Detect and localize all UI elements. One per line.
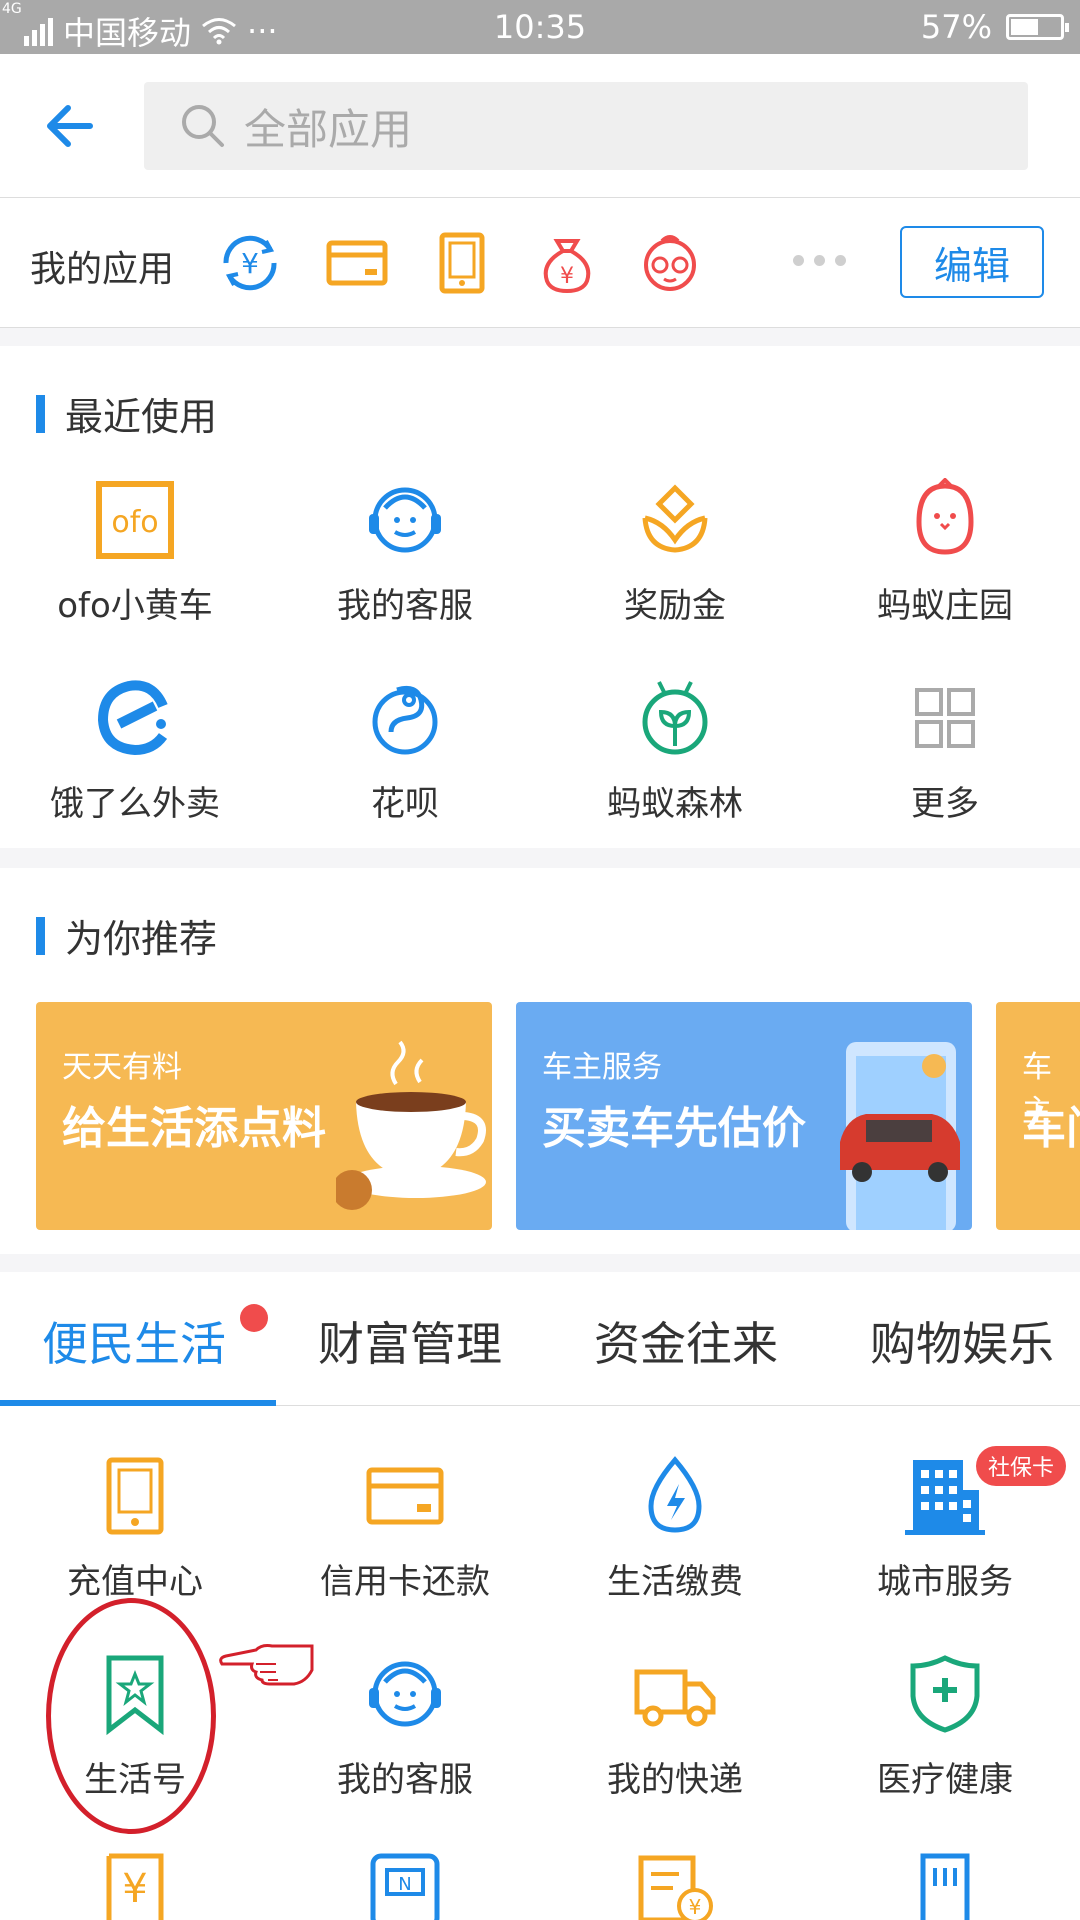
yuan-bill-icon[interactable]: ¥ [93,1852,177,1920]
car-phone-icon [840,1042,960,1230]
section-marker [36,916,45,955]
transfer-icon[interactable]: ¥ [218,231,282,295]
svg-text:¥: ¥ [122,1866,147,1912]
service-medical[interactable]: 医疗健康 [810,1652,1080,1822]
service-utilities[interactable]: 生活缴费 [540,1454,810,1624]
recommend-section: 为你推荐 天天有料 给生活添点料 车主服务 买卖车先估价 车主 车门 [0,868,1080,1254]
service-city[interactable]: 城市服务 社保卡 [810,1446,1080,1624]
app-more[interactable]: 更多 [810,676,1080,846]
tab-shopping[interactable]: 购物娱乐 [870,1308,1054,1374]
top-bar: 全部应用 [0,54,1080,198]
app-label: 饿了么外卖 [50,784,220,824]
more-grid-icon [915,688,975,748]
notification-dot [240,1304,268,1332]
battery-icon [1006,14,1069,40]
money-bag-icon[interactable]: ¥ [535,231,599,295]
search-placeholder: 全部应用 [244,104,413,154]
medical-shield-icon [910,1655,980,1733]
banner-car[interactable]: 车主服务 买卖车先估价 [516,1002,972,1230]
banner-car-owner[interactable]: 车主 车门 [996,1002,1080,1230]
tab-wealth[interactable]: 财富管理 [318,1308,502,1374]
transit-card-icon[interactable]: N [363,1852,447,1920]
customer-service-icon [369,1661,441,1727]
my-apps-title: 我的应用 [30,249,175,290]
battery-percent: 57% [920,8,992,46]
eleme-icon [97,680,168,756]
tab-funds[interactable]: 资金往来 [594,1308,778,1374]
highlight-circle [46,1598,216,1834]
banner-subtitle: 天天有料 [62,1050,182,1085]
service-label: 充值中心 [67,1562,203,1602]
banner-title: 买卖车先估价 [542,1103,806,1154]
app-label: 蚂蚁庄园 [877,586,1013,626]
banner-title: 车门 [1022,1103,1080,1154]
app-label: 奖励金 [624,586,726,626]
credit-card-icon [366,1467,444,1525]
customer-service-icon [369,487,441,553]
svg-text:¥: ¥ [241,247,259,280]
app-label: 我的客服 [337,586,473,626]
category-tabs: 便民生活 财富管理 资金往来 购物娱乐 [0,1272,1080,1406]
section-marker [36,394,45,433]
section-title: 最近使用 [65,395,218,439]
app-ofo[interactable]: ofo ofo小黄车 [0,478,270,648]
water-bolt-icon [648,1456,702,1533]
coffee-cup-icon [336,1040,486,1210]
huabei-icon [372,685,438,755]
search-input[interactable]: 全部应用 [144,82,1028,170]
app-label: 花呗 [371,784,439,824]
pointing-hand-icon [219,1644,314,1686]
app-eleme[interactable]: 饿了么外卖 [0,676,270,846]
building-icon [905,1460,985,1535]
svg-text:N: N [398,1874,411,1895]
svg-text:¥: ¥ [560,264,574,289]
invoice-icon[interactable]: ¥ [633,1852,717,1920]
banner-title: 给生活添点料 [62,1103,326,1154]
search-icon [182,105,224,147]
service-label: 我的快递 [607,1760,743,1800]
svg-text:¥: ¥ [689,1895,702,1919]
phone-icon[interactable] [430,231,494,295]
ofo-icon: ofo [96,481,174,559]
service-credit-card[interactable]: 信用卡还款 [270,1454,540,1624]
app-label: 蚂蚁森林 [607,784,743,824]
service-label: 生活缴费 [607,1562,743,1602]
status-bar: 4G 中国移动 ··· 10:35 57% [0,0,1080,54]
sim-card-icon[interactable] [903,1852,987,1920]
tab-convenience[interactable]: 便民生活 [42,1308,226,1374]
app-customer-service[interactable]: 我的客服 [270,478,540,648]
back-arrow-icon[interactable] [40,96,100,156]
banner-subtitle: 车主服务 [542,1050,662,1085]
app-ant-farm[interactable]: 蚂蚁庄园 [810,478,1080,648]
banner-daily[interactable]: 天天有料 给生活添点料 [36,1002,492,1230]
mascot-icon[interactable] [638,231,702,295]
app-label: ofo小黄车 [57,586,213,626]
forest-icon [642,681,708,755]
clock: 10:35 [493,8,587,46]
badge-social-security: 社保卡 [975,1446,1066,1486]
svg-text:ofo: ofo [111,505,158,540]
service-label: 我的客服 [337,1760,473,1800]
service-express[interactable]: 我的快递 [540,1652,810,1822]
service-label: 信用卡还款 [320,1562,490,1602]
app-reward[interactable]: 奖励金 [540,478,810,648]
chick-icon [916,478,974,555]
edit-button[interactable]: 编辑 [900,226,1044,298]
section-title: 为你推荐 [65,917,218,961]
app-label: 更多 [911,784,979,824]
recent-section: 最近使用 ofo ofo小黄车 我的客服 奖励金 蚂蚁庄园 饿了么外卖 花呗 蚂… [0,346,1080,848]
more-dots-icon [793,255,846,266]
phone-icon [106,1457,164,1535]
service-label: 医疗健康 [877,1760,1013,1800]
my-apps-bar: 我的应用 ¥ ¥ 编辑 [0,198,1080,328]
app-ant-forest[interactable]: 蚂蚁森林 [540,676,810,846]
truck-icon [634,1669,716,1727]
service-label: 城市服务 [877,1562,1013,1602]
card-icon[interactable] [325,231,389,295]
app-huabei[interactable]: 花呗 [270,676,540,846]
reward-icon [642,484,708,553]
